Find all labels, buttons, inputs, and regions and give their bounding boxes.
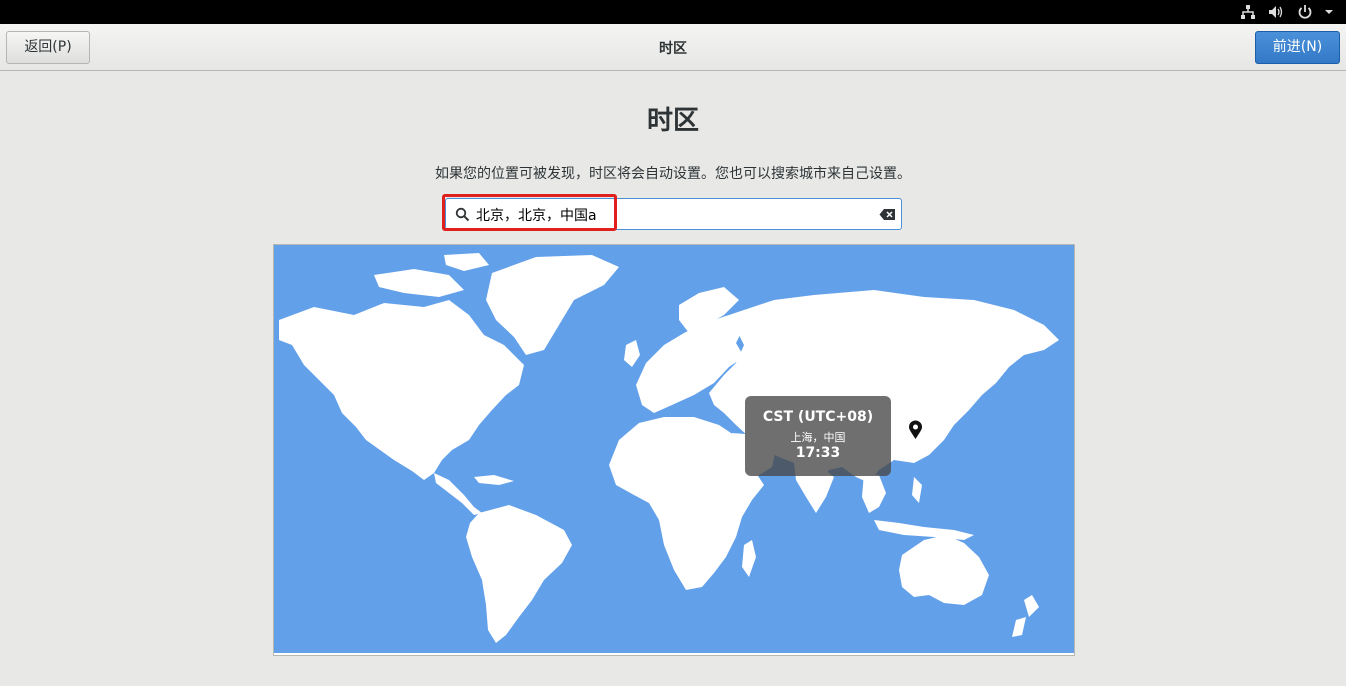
chevron-down-icon[interactable] xyxy=(1320,3,1338,21)
clear-icon[interactable] xyxy=(879,208,896,221)
timezone-map[interactable] xyxy=(273,244,1075,656)
search-input-value[interactable]: 北京，北京，中国a xyxy=(476,205,597,225)
timezone-tooltip: CST (UTC+08) 上海，中国 17:33 xyxy=(745,396,891,476)
page-title: 时区 xyxy=(646,106,699,136)
header-bar: 返回(P) 时区 前进(N) xyxy=(0,24,1346,71)
header-title: 时区 xyxy=(659,41,687,57)
search-input[interactable]: 北京，北京，中国a xyxy=(445,198,902,230)
world-map-shapes xyxy=(274,253,1074,655)
description-text: 如果您的位置可被发现，时区将会自动设置。您也可以搜索城市来自己设置。 xyxy=(435,166,911,182)
timezone-time: 17:33 xyxy=(795,445,841,461)
network-icon[interactable] xyxy=(1239,3,1257,21)
timezone-abbreviation: CST (UTC+08) xyxy=(762,409,874,425)
timezone-city: 上海，中国 xyxy=(790,431,846,444)
next-button[interactable]: 前进(N) xyxy=(1255,31,1340,64)
volume-icon[interactable] xyxy=(1267,3,1285,21)
search-icon xyxy=(455,207,470,222)
system-top-bar xyxy=(0,0,1346,24)
power-icon[interactable] xyxy=(1296,3,1314,21)
location-pin-icon xyxy=(909,420,922,439)
